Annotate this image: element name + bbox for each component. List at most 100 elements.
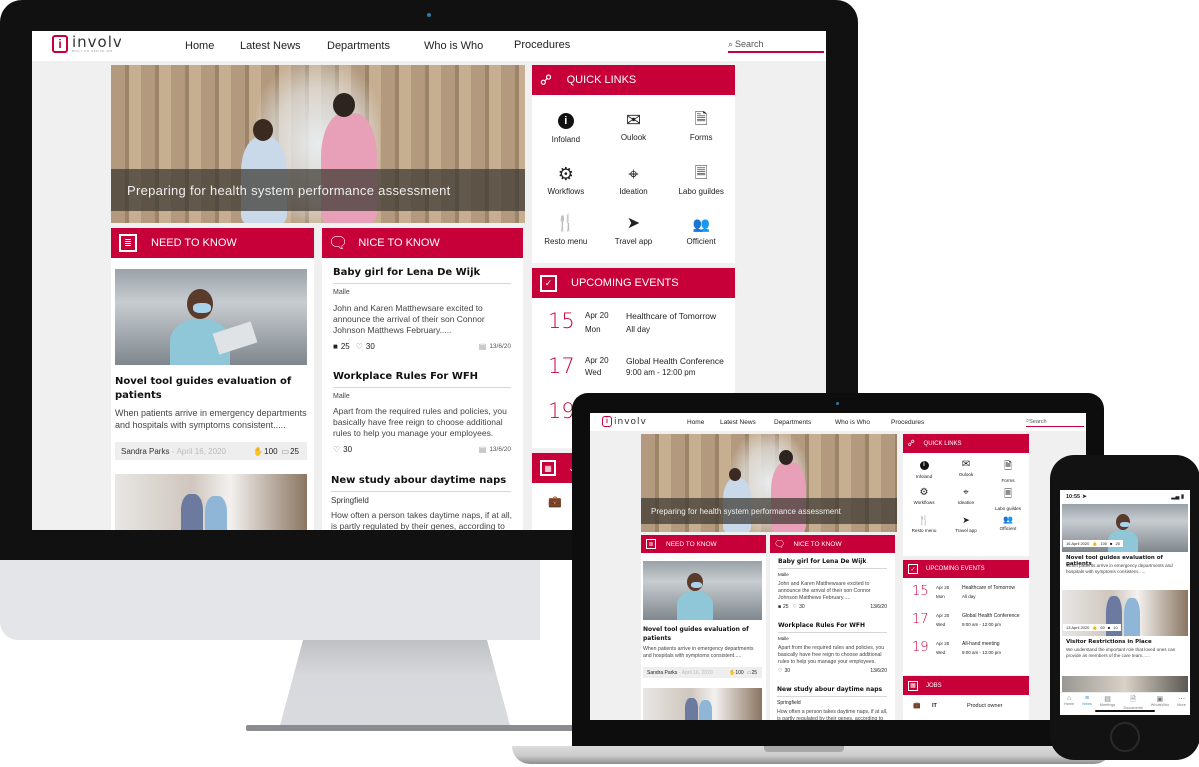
need-to-know-title: NEED TO KNOW (151, 237, 237, 249)
post-title[interactable]: Workplace Rules For WFH (333, 371, 511, 388)
hero-banner[interactable]: Preparing for health system performance … (641, 434, 897, 532)
post-location: Springfield (331, 496, 369, 505)
quick-link-travel-app[interactable]: ➤ Travel app (600, 213, 668, 257)
news-card[interactable]: 13 April 2020 👍 60 ■ 10 Visitor Restrictio… (1062, 590, 1188, 668)
quick-link-label: Workflows (547, 187, 585, 196)
heart-icon[interactable]: ♡ (356, 342, 363, 351)
post-title[interactable]: New study abour daytime naps (777, 686, 887, 697)
post-date: 13/6/20 (870, 668, 887, 674)
nav-who-is-who[interactable]: Who is Who (424, 40, 483, 52)
article-title[interactable]: Novel tool guides evaluation of patients (643, 626, 762, 643)
event-day: 15 (912, 584, 929, 599)
quick-link-resto-menu[interactable]: 🍴 Resto menu (903, 515, 945, 533)
article-comments: 25 (751, 669, 757, 676)
quick-link-labo-guides[interactable]: 🗏 Labo guildes (987, 487, 1029, 511)
post-title[interactable]: Baby girl for Lena De Wijk (333, 267, 511, 284)
phone-home-button[interactable] (1110, 722, 1140, 752)
nav-latest-news[interactable]: Latest News (240, 40, 301, 52)
location-arrow-icon: ➤ (1082, 494, 1087, 500)
quick-link-officient[interactable]: 👥 Officient (667, 213, 735, 257)
nav-procedures[interactable]: Procedures (514, 39, 570, 51)
newspaper-icon: ≣ (646, 539, 656, 549)
quick-link-labo-guides[interactable]: 🗏 Labo guildes (667, 159, 735, 203)
article-image[interactable] (115, 269, 307, 365)
post-meta: ♡ 30 13/6/20 (778, 668, 887, 674)
article-image[interactable] (643, 561, 762, 620)
comment-icon[interactable]: ▭ (282, 447, 290, 456)
hero-caption-text: Preparing for health system performance … (651, 506, 841, 516)
article-image-2[interactable] (643, 688, 762, 720)
paper-plane-icon: ➤ (626, 215, 641, 232)
brand-logo[interactable]: i involv (602, 416, 647, 427)
comment-icon[interactable]: ■ (333, 342, 338, 351)
tab-home[interactable]: ⌂ Home (1064, 693, 1074, 715)
comment-icon[interactable]: ■ (778, 604, 781, 610)
nav-departments[interactable]: Departments (327, 40, 390, 52)
image-person-2 (699, 700, 712, 720)
image-person-2 (205, 496, 227, 530)
event-item[interactable]: 17 Apr 20 Wed Global Health Conference 9… (532, 351, 735, 391)
news-card-image-3[interactable] (1062, 676, 1188, 692)
thumbs-up-icon[interactable]: ✋ (253, 447, 263, 456)
quick-link-outlook[interactable]: ✉ Oulook (945, 459, 987, 483)
tab-more[interactable]: ⋯ More (1177, 693, 1186, 715)
article-title[interactable]: Novel tool guides evaluation of patients (115, 375, 305, 403)
heart-icon[interactable]: ♡ (793, 604, 797, 610)
quick-link-label: Infoland (551, 135, 581, 144)
heart-icon[interactable]: ♡ (333, 445, 340, 454)
news-card-title: Visitor Restrictions in Place (1066, 639, 1152, 645)
heart-icon[interactable]: ♡ (778, 668, 782, 674)
post-excerpt: How often a person takes daytime naps, i… (777, 709, 888, 720)
tab-label: Home (1064, 702, 1075, 706)
brand-logo[interactable]: i involv BUILT ON OFFICE 365 (52, 35, 123, 53)
tab-news[interactable]: ≡ News (1082, 693, 1092, 715)
nav-procedures[interactable]: Procedures (891, 419, 924, 426)
hero-banner[interactable]: Preparing for health system performance … (111, 65, 525, 223)
nav-home[interactable]: Home (185, 40, 214, 52)
article-author[interactable]: Sandra Parks (121, 447, 169, 456)
quick-link-forms[interactable]: 🗎 Forms (987, 459, 1029, 483)
quick-link-infoland[interactable]: i Infoland (903, 459, 945, 483)
nav-who-is-who[interactable]: Who is Who (835, 419, 870, 426)
event-month: Apr 20 (936, 641, 950, 646)
post-title[interactable]: Baby girl for Lena De Wijk (778, 558, 887, 569)
post-title[interactable]: New study abour daytime naps (331, 475, 511, 492)
nav-departments[interactable]: Departments (774, 419, 811, 426)
nice-to-know-header: 🗨 NICE TO KNOW (770, 535, 895, 553)
quick-link-workflows[interactable]: ⚙ Workflows (903, 487, 945, 511)
quick-link-ideation[interactable]: ⌖ Ideation (945, 487, 987, 511)
article-image-2[interactable] (115, 474, 307, 530)
quick-link-workflows[interactable]: ⚙ Workflows (532, 159, 600, 203)
post-likes: 30 (799, 604, 805, 610)
job-role[interactable]: Product owner (967, 703, 1002, 709)
event-item[interactable]: 19 Apr 20 Wed All-hand meeting 9:00 am -… (903, 639, 1029, 663)
need-to-know-header: ≣ NEED TO KNOW (111, 228, 314, 258)
calendar-check-icon: ✓ (540, 274, 557, 292)
event-time: 9:00 am - 12:00 pm (962, 650, 1002, 655)
event-name: Healthcare of Tomorrow (962, 585, 1015, 591)
nav-latest-news[interactable]: Latest News (720, 419, 756, 426)
post-comments: 25 (340, 342, 350, 351)
quick-link-travel-app[interactable]: ➤ Travel app (945, 515, 987, 533)
event-item[interactable]: 17 Apr 20 Wed Global Health Conference 9… (903, 611, 1029, 635)
post-title[interactable]: Workplace Rules For WFH (778, 622, 887, 633)
calendar-icon: ▤ (478, 445, 487, 454)
gears-icon: ⚙ (919, 487, 929, 498)
event-item[interactable]: 15 Apr 20 Mon Healthcare of Tomorrow All… (903, 583, 1029, 607)
need-to-know-title: NEED TO KNOW (666, 540, 717, 548)
search-input[interactable]: ⌕ Search (1026, 417, 1084, 427)
search-input[interactable]: ⌕ Search (728, 37, 824, 53)
quick-link-outlook[interactable]: ✉ Oulook (600, 105, 668, 149)
quick-link-forms[interactable]: 🗎 Forms (667, 105, 735, 149)
news-card[interactable]: 16 April 2020 👍 100 ■ 25 Novel tool guides… (1062, 504, 1188, 584)
quick-link-officient[interactable]: 👥 Officient (987, 515, 1029, 533)
nav-home[interactable]: Home (687, 419, 704, 426)
article-author[interactable]: Sandra Parks (647, 670, 677, 676)
event-item[interactable]: 15 Apr 20 Mon Healthcare of Tomorrow All… (532, 306, 735, 346)
comment-icon: ■ (1110, 541, 1113, 546)
post-location: Malle (333, 289, 350, 296)
quick-link-infoland[interactable]: i Infoland (532, 105, 600, 149)
hero-patient-head (333, 93, 355, 117)
quick-link-resto-menu[interactable]: 🍴 Resto menu (532, 213, 600, 257)
quick-link-ideation[interactable]: ⌖ Ideation (600, 159, 668, 203)
